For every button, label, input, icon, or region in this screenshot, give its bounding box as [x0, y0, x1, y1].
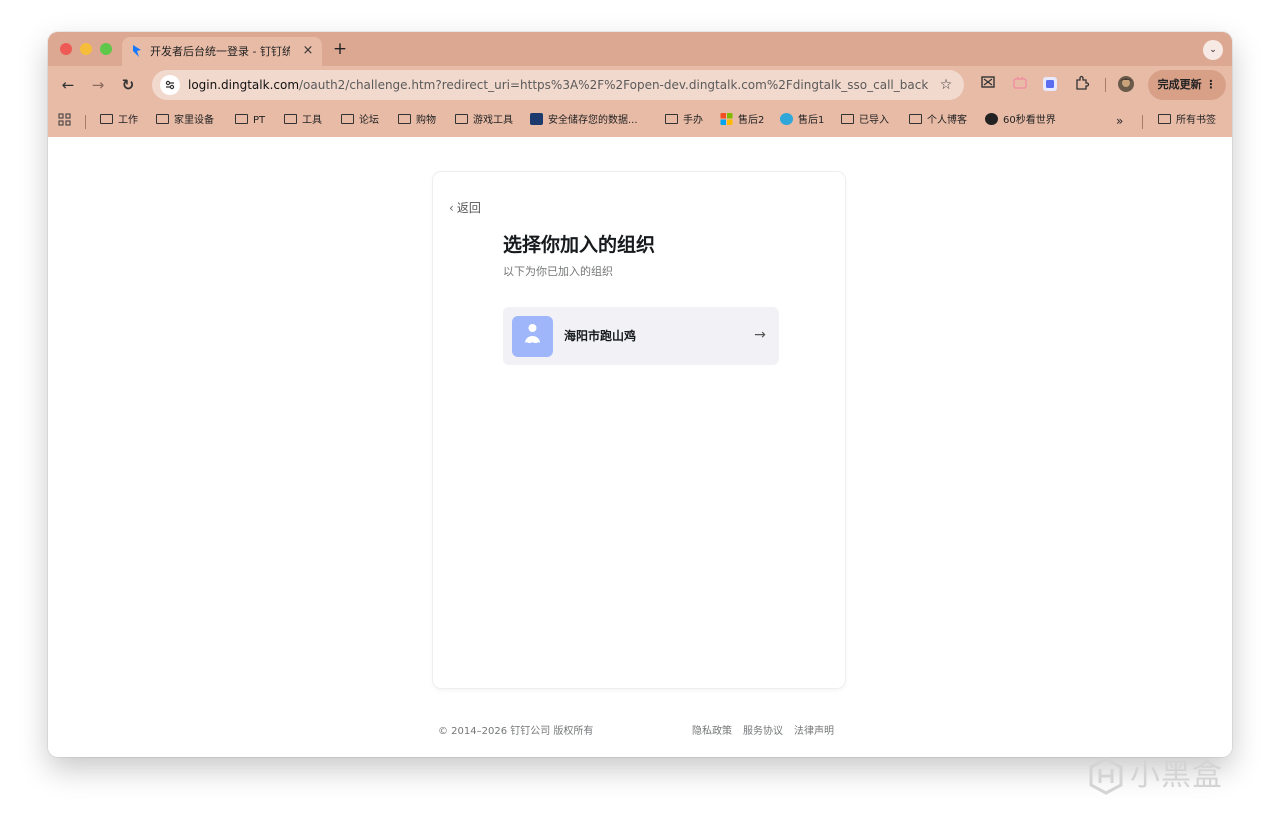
back-arrow-icon[interactable]: ← [58, 75, 78, 95]
chevron-left-icon: ‹ [449, 201, 454, 215]
org-structure-icon [524, 324, 541, 347]
tab-search-icon[interactable]: ⌄ [1203, 40, 1223, 60]
org-name: 海阳市跑山鸡 [564, 329, 637, 343]
legal-notice-link[interactable]: 法律声明 [794, 726, 834, 737]
folder-icon [665, 114, 678, 124]
active-tab[interactable]: 开发者后台统一登录 - 钉钉统一 × [122, 37, 322, 66]
org-select-card: ‹ 返回 选择你加入的组织 以下为你已加入的组织 海阳市跑山鸡 → [433, 172, 845, 688]
bookmark-folder-figures[interactable]: 手办 [665, 113, 703, 129]
folder-icon [398, 114, 411, 124]
address-bar[interactable]: login.dingtalk.com/oauth2/challenge.htm?… [152, 70, 964, 100]
microsoft-icon [720, 113, 733, 125]
apps-grid-icon[interactable] [58, 113, 71, 129]
bookmark-folder-imported[interactable]: 已导入 [841, 113, 889, 129]
tab-close-icon[interactable]: × [300, 43, 316, 59]
close-window-button[interactable] [60, 43, 72, 55]
bookmark-after-sales-1[interactable]: 售后1 [780, 113, 824, 129]
bookmark-after-sales-2[interactable]: 售后2 [720, 113, 764, 129]
maximize-window-button[interactable] [100, 43, 112, 55]
page-content: ‹ 返回 选择你加入的组织 以下为你已加入的组织 海阳市跑山鸡 → © 2014–… [48, 137, 1232, 757]
footer-links: 隐私政策 服务协议 法律声明 [692, 724, 845, 740]
page-title: 选择你加入的组织 [503, 234, 656, 256]
app-extension-icon[interactable] [1040, 75, 1060, 95]
folder-icon [841, 114, 854, 124]
browser-chrome: 开发者后台统一登录 - 钉钉统一 × + ⌄ ← → ↻ login.dingt… [48, 32, 1232, 137]
secure-storage-icon [530, 113, 543, 125]
footer-copyright: © 2014–2026 钉钉公司 版权所有 [438, 726, 594, 737]
bookmark-folder-pt[interactable]: PT [235, 113, 265, 129]
bookmark-folder-shopping[interactable]: 购物 [398, 113, 436, 129]
bilibili-extension-icon[interactable] [1010, 75, 1030, 95]
folder-icon [100, 114, 113, 124]
site-info-icon[interactable] [160, 75, 180, 95]
bookmark-secure-storage[interactable]: 安全储存您的数据... [530, 113, 638, 129]
folder-icon [341, 114, 354, 124]
bookmark-folder-forums[interactable]: 论坛 [341, 113, 379, 129]
url-host: login.dingtalk.com [188, 78, 300, 92]
org-list-item[interactable]: 海阳市跑山鸡 → [503, 307, 779, 365]
back-link[interactable]: ‹ 返回 [449, 200, 481, 216]
watermark: 小黑盒 [1086, 752, 1246, 798]
bookmark-folder-home-devices[interactable]: 家里设备 [156, 113, 214, 129]
bookmark-60s-world[interactable]: 60秒看世界 [985, 113, 1056, 129]
tab-title: 开发者后台统一登录 - 钉钉统一 [150, 45, 290, 58]
toolbar-separator [1105, 78, 1106, 92]
folder-icon [909, 114, 922, 124]
minimize-window-button[interactable] [80, 43, 92, 55]
folder-icon [235, 114, 248, 124]
url-path: /oauth2/challenge.htm?redirect_uri=https… [299, 78, 928, 92]
forward-arrow-icon[interactable]: → [88, 75, 108, 95]
news-icon [985, 113, 998, 125]
bookmark-folder-blog[interactable]: 个人博客 [909, 113, 967, 129]
watermark-text: 小黑盒 [1130, 758, 1223, 793]
bookmark-folder-tools[interactable]: 工具 [284, 113, 322, 129]
folder-icon [1158, 114, 1171, 124]
folder-icon [455, 114, 468, 124]
bookmarks-separator [1142, 115, 1143, 129]
url-text: login.dingtalk.com/oauth2/challenge.htm?… [188, 77, 928, 93]
update-button[interactable]: 完成更新 ⋮ [1148, 70, 1226, 100]
extensions-puzzle-icon[interactable] [1072, 75, 1092, 95]
folder-icon [284, 114, 297, 124]
folder-icon [156, 114, 169, 124]
page-subtitle: 以下为你已加入的组织 [503, 265, 613, 278]
reload-icon[interactable]: ↻ [118, 75, 138, 95]
bookmark-all-bookmarks[interactable]: 所有书签 [1158, 113, 1216, 129]
profile-avatar[interactable] [1116, 75, 1136, 95]
bookmarks-overflow-button[interactable]: » [1116, 113, 1123, 129]
bookmarks-bar: 工作 家里设备 PT 工具 论坛 购物 游戏工具 安全储存您的数据... 手办 … [48, 104, 1232, 136]
heybox-logo-icon [1089, 757, 1123, 795]
dingtalk-favicon-icon [133, 45, 141, 57]
tab-strip: 开发者后台统一登录 - 钉钉统一 × + ⌄ [48, 32, 1232, 66]
bookmark-folder-game-tools[interactable]: 游戏工具 [455, 113, 513, 129]
bookmark-folder-work[interactable]: 工作 [100, 113, 138, 129]
after-sales-icon [780, 113, 793, 125]
new-tab-button[interactable]: + [332, 41, 348, 58]
org-avatar [512, 316, 553, 357]
privacy-policy-link[interactable]: 隐私政策 [692, 726, 732, 737]
bookmark-star-icon[interactable]: ☆ [936, 75, 956, 95]
arrow-right-icon: → [754, 327, 766, 343]
bookmarks-separator [85, 115, 86, 129]
service-agreement-link[interactable]: 服务协议 [743, 726, 783, 737]
screenshot-extension-icon[interactable] [978, 75, 998, 95]
browser-window: 开发者后台统一登录 - 钉钉统一 × + ⌄ ← → ↻ login.dingt… [48, 32, 1232, 757]
